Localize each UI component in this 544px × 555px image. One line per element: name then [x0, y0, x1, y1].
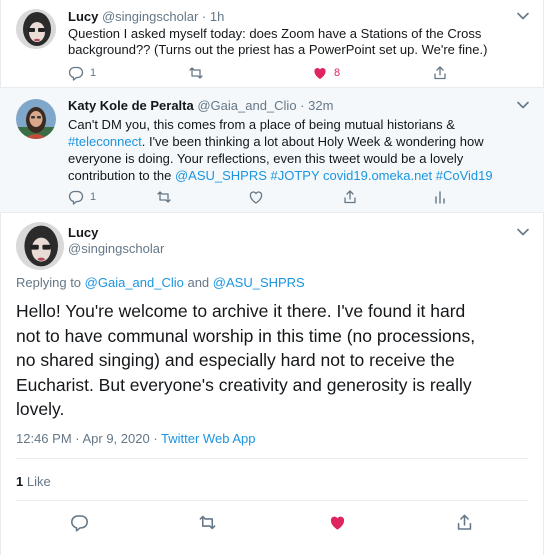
chevron-down-icon[interactable]: [516, 225, 530, 239]
reply-icon: [68, 66, 84, 81]
tweet-text: everyone is doing. Your reflections, eve…: [68, 151, 464, 166]
mention-links[interactable]: @ASU_SHPRS #JOTPY covid19.omeka.net #CoV…: [175, 168, 493, 183]
reply-button[interactable]: 1: [68, 189, 96, 205]
author-handle[interactable]: @singingscholar: [102, 9, 198, 24]
tweet-body: not to have communal worship in this tim…: [16, 325, 476, 346]
share-button[interactable]: [342, 189, 358, 205]
tweet-body: Hello! You're welcome to archive it ther…: [16, 301, 466, 321]
tweet-metadata: 12:46 PM · Apr 9, 2020 · Twitter Web App: [16, 431, 256, 446]
reply-icon: [68, 190, 84, 205]
reply-icon: [71, 515, 88, 532]
timestamp[interactable]: 12:46 PM · Apr 9, 2020: [16, 431, 150, 446]
divider: [16, 500, 528, 501]
reply-count: 1: [90, 67, 97, 79]
like-button[interactable]: 8: [312, 65, 340, 81]
share-icon: [344, 190, 356, 204]
chevron-down-icon[interactable]: [516, 9, 530, 23]
tweet-header: Lucy @singingscholar · 1h: [68, 8, 224, 26]
share-icon: [457, 514, 472, 530]
mention-link[interactable]: @Gaia_and_Clio: [85, 275, 184, 290]
source-link[interactable]: Twitter Web App: [161, 431, 255, 446]
tweet-body: lovely.: [16, 399, 65, 419]
retweet-button[interactable]: [188, 65, 204, 81]
tweet-time[interactable]: · 32m: [300, 98, 333, 113]
reply-count: 1: [90, 191, 97, 203]
like-button[interactable]: [328, 513, 347, 532]
author-name[interactable]: Lucy: [68, 9, 98, 24]
heart-icon: [330, 516, 345, 530]
author-name[interactable]: Katy Kole de Peralta: [68, 98, 194, 113]
replying-to: Replying to @Gaia_and_Clio and @ASU_SHPR…: [16, 275, 305, 290]
tweet-actions: [70, 513, 480, 533]
tweet-body: Eucharist. But everyone's creativity and…: [16, 374, 472, 395]
heart-icon: [314, 68, 326, 79]
avatar[interactable]: [16, 9, 56, 49]
like-count: 8: [334, 67, 341, 79]
tweet-body: no shared singing) and especially hard n…: [16, 350, 455, 370]
avatar[interactable]: [16, 99, 56, 139]
tweet-actions: 1 8: [68, 65, 468, 85]
retweet-button[interactable]: [198, 513, 217, 532]
mention-link[interactable]: @ASU_SHPRS: [213, 275, 305, 290]
retweet-icon: [189, 67, 203, 79]
hashtag-link[interactable]: #teleconnect: [68, 134, 142, 149]
share-button[interactable]: [455, 513, 474, 532]
heart-icon: [249, 191, 263, 204]
likes-summary[interactable]: 1 Like: [16, 473, 51, 491]
tweet-actions: 1: [68, 189, 468, 209]
retweet-button[interactable]: [156, 189, 172, 205]
reply-button[interactable]: [70, 513, 89, 532]
like-button[interactable]: [248, 189, 264, 205]
share-button[interactable]: [432, 65, 448, 81]
chevron-down-icon[interactable]: [516, 98, 530, 112]
reply-button[interactable]: 1: [68, 65, 96, 81]
tweet-header: Katy Kole de Peralta @Gaia_and_Clio · 32…: [68, 97, 333, 115]
tweet-text: background?? (Turns out the priest has a…: [68, 42, 488, 57]
avatar[interactable]: [16, 222, 64, 270]
tweet-text: #teleconnect. I've been thinking a lot a…: [68, 134, 484, 149]
retweet-icon: [157, 191, 171, 203]
author-handle[interactable]: @singingscholar: [68, 240, 164, 258]
retweet-icon: [199, 515, 216, 530]
analytics-icon: [435, 191, 445, 204]
tweet-text: contribution to the @ASU_SHPRS #JOTPY co…: [68, 168, 493, 183]
analytics-button[interactable]: [432, 189, 448, 205]
share-icon: [434, 66, 446, 80]
author-handle[interactable]: @Gaia_and_Clio: [197, 98, 296, 113]
likes-label: Like: [23, 474, 51, 489]
tweet-text: Can't DM you, this comes from a place of…: [68, 117, 455, 132]
divider: [16, 458, 528, 459]
tweet-time[interactable]: · 1h: [202, 9, 224, 24]
